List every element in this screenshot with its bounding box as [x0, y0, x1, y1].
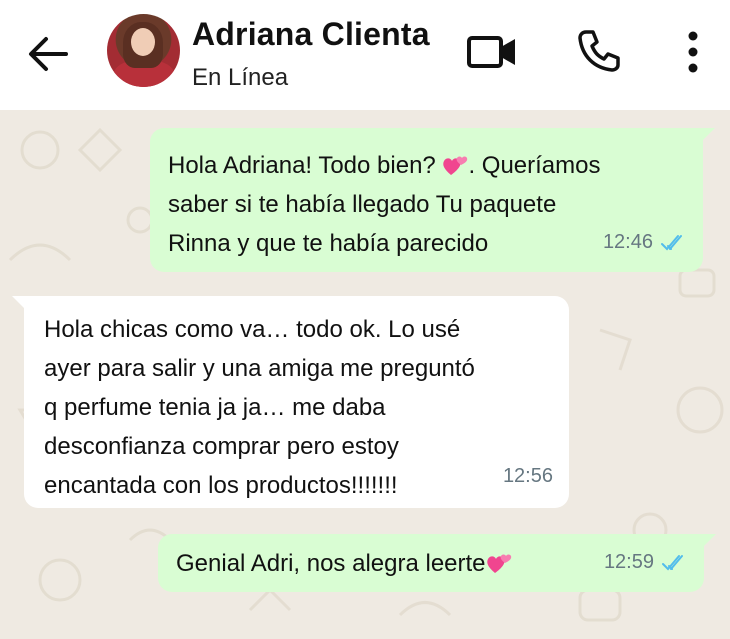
phone-icon[interactable]	[576, 28, 622, 74]
more-options-icon[interactable]	[680, 30, 706, 74]
message-bubble-incoming[interactable]: Hola chicas como va… todo ok. Lo usé aye…	[12, 296, 569, 508]
two-hearts-emoji-icon	[443, 156, 468, 175]
message-time: 12:46	[602, 231, 653, 253]
read-ticks-icon	[662, 554, 683, 570]
message-meta: 12:59	[604, 543, 688, 582]
contact-avatar[interactable]	[107, 14, 180, 87]
message-text: Hola chicas como va… todo ok. Lo usé aye…	[44, 316, 475, 499]
message-bubble-outgoing[interactable]: Genial Adri, nos alegra leerte 12:59	[158, 534, 716, 592]
video-call-icon[interactable]	[466, 32, 518, 72]
read-ticks-icon	[661, 234, 682, 250]
chat-area[interactable]: Hola Adriana! Todo bien? . Queríamos sab…	[0, 110, 730, 639]
message-bubble-outgoing[interactable]: Hola Adriana! Todo bien? . Queríamos sab…	[150, 128, 715, 272]
message-text: Genial Adri, nos alegra leerte	[176, 544, 596, 583]
message-meta: 12:46	[603, 223, 687, 262]
message-meta: 12:56	[503, 457, 553, 496]
message-time: 12:56	[502, 465, 553, 487]
back-arrow-icon[interactable]	[26, 34, 70, 74]
message-time: 12:59	[603, 551, 654, 573]
chat-header: Adriana Clienta En Línea	[0, 0, 730, 110]
two-hearts-emoji-icon	[486, 554, 511, 573]
contact-name[interactable]: Adriana Clienta	[192, 16, 430, 53]
contact-status: En Línea	[192, 64, 289, 91]
